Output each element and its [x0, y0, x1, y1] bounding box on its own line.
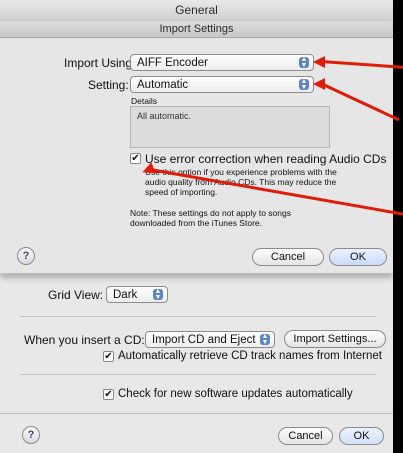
- setting-popup[interactable]: Automatic ▲ ▼: [130, 76, 314, 93]
- details-text: All automatic.: [137, 111, 192, 121]
- sheet-cancel-button[interactable]: Cancel: [252, 248, 324, 266]
- error-correction-checkbox[interactable]: ✔: [130, 153, 141, 164]
- help-icon[interactable]: ?: [17, 247, 35, 265]
- check-updates-label: Check for new software updates automatic…: [118, 388, 353, 400]
- insert-cd-value: Import CD and Eject: [152, 334, 256, 346]
- grid-view-popup[interactable]: Dark ▲ ▼: [106, 286, 168, 303]
- annotation-arrow-setting: [313, 78, 400, 122]
- popup-arrows-icon: ▲ ▼: [260, 333, 270, 346]
- details-label: Details: [131, 96, 157, 106]
- details-box: All automatic.: [130, 106, 330, 148]
- annotation-arrow-import-using: [313, 56, 403, 69]
- window-title: General: [0, 0, 393, 22]
- popup-arrows-icon: ▲ ▼: [299, 56, 309, 69]
- divider: [20, 316, 376, 317]
- divider: [20, 374, 376, 375]
- checkmark-icon: ✔: [104, 351, 113, 362]
- sheet-title: Import Settings: [0, 21, 393, 38]
- checkmark-icon: ✔: [104, 389, 113, 400]
- popup-arrows-icon: ▲ ▼: [153, 288, 163, 301]
- setting-value: Automatic: [137, 79, 189, 91]
- general-cancel-button[interactable]: Cancel: [278, 427, 333, 445]
- annotation-arrow-error-correction: [140, 162, 403, 217]
- import-using-label: Import Using:: [64, 56, 136, 70]
- retrieve-names-checkbox[interactable]: ✔: [103, 351, 114, 362]
- import-settings-button[interactable]: Import Settings...: [284, 330, 386, 348]
- store-note: Note: These settings do not apply to son…: [130, 208, 291, 228]
- check-updates-checkbox[interactable]: ✔: [103, 389, 114, 400]
- popup-arrows-icon: ▲ ▼: [299, 78, 309, 91]
- insert-cd-popup[interactable]: Import CD and Eject ▲ ▼: [145, 331, 275, 348]
- general-ok-button[interactable]: OK: [339, 427, 384, 445]
- sheet-ok-button[interactable]: OK: [329, 248, 387, 266]
- setting-label: Setting:: [88, 78, 129, 92]
- import-using-popup[interactable]: AIFF Encoder ▲ ▼: [130, 54, 314, 71]
- retrieve-names-label: Automatically retrieve CD track names fr…: [118, 350, 382, 362]
- error-correction-label: Use error correction when reading Audio …: [145, 152, 387, 166]
- divider: [0, 413, 393, 414]
- error-correction-description: Use this option if you experience proble…: [145, 167, 337, 197]
- checkmark-icon: ✔: [131, 153, 140, 164]
- help-icon[interactable]: ?: [22, 426, 40, 444]
- import-using-value: AIFF Encoder: [137, 57, 208, 69]
- grid-view-label: Grid View:: [48, 288, 104, 302]
- grid-view-value: Dark: [113, 289, 138, 301]
- insert-cd-label: When you insert a CD:: [24, 333, 145, 347]
